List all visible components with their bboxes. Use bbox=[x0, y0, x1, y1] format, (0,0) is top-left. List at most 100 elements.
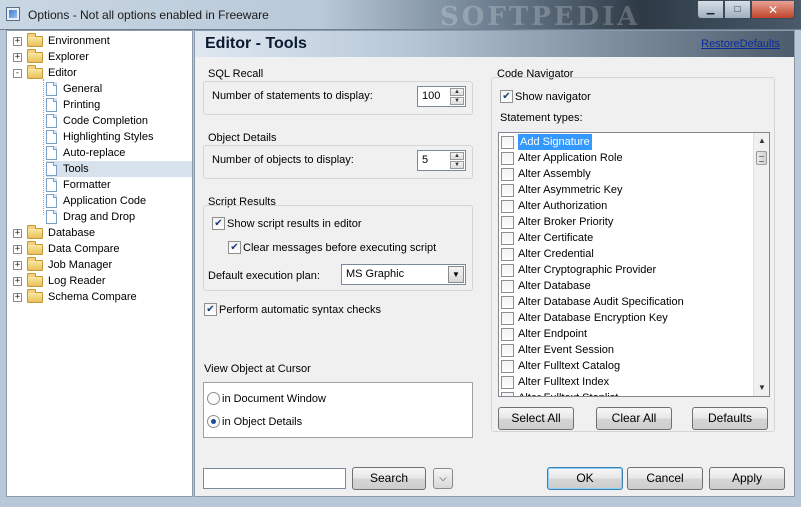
tree-item-printing[interactable]: Printing bbox=[46, 97, 100, 113]
object-details-radio[interactable] bbox=[207, 415, 220, 428]
stepper-up-icon[interactable]: ▲ bbox=[450, 152, 464, 160]
statement-checkbox[interactable] bbox=[501, 183, 514, 197]
syntax-checks-checkbox[interactable]: ✔ bbox=[204, 303, 217, 316]
statement-item[interactable]: Alter Database Audit Specification bbox=[501, 294, 684, 310]
plan-label: Default execution plan: bbox=[208, 270, 320, 282]
document-window-radio[interactable] bbox=[207, 392, 220, 405]
stepper-down-icon[interactable]: ▼ bbox=[450, 97, 464, 105]
show-navigator-checkbox[interactable]: ✔ bbox=[500, 90, 513, 103]
statement-checkbox[interactable] bbox=[501, 311, 514, 325]
tree-item-database[interactable]: + Database bbox=[13, 224, 95, 241]
statement-item[interactable]: Alter Broker Priority bbox=[501, 214, 613, 230]
statement-item[interactable]: Alter Credential bbox=[501, 246, 594, 262]
statement-checkbox[interactable] bbox=[501, 343, 514, 357]
execution-plan-select[interactable]: MS Graphic ▼ bbox=[341, 264, 466, 285]
statement-item[interactable]: Add Signature bbox=[501, 134, 592, 150]
statement-types-list[interactable]: Add Signature Alter Application Role Alter… bbox=[498, 132, 770, 397]
document-icon bbox=[46, 98, 57, 112]
tree-item-code-completion[interactable]: Code Completion bbox=[46, 113, 148, 129]
statement-checkbox[interactable] bbox=[501, 279, 514, 293]
stepper-down-icon[interactable]: ▼ bbox=[450, 161, 464, 169]
restore-defaults-link[interactable]: RestoreDefaults bbox=[701, 38, 780, 50]
statement-checkbox[interactable] bbox=[501, 391, 514, 396]
clear-messages-checkbox[interactable]: ✔ bbox=[228, 241, 241, 254]
statement-checkbox[interactable] bbox=[501, 247, 514, 261]
statement-item[interactable]: Alter Cryptographic Provider bbox=[501, 262, 656, 278]
ok-button[interactable]: OK bbox=[547, 467, 623, 490]
statement-item[interactable]: Alter Event Session bbox=[501, 342, 614, 358]
maximize-button[interactable]: □ bbox=[724, 1, 751, 19]
statement-item[interactable]: Alter Fulltext Stoplist bbox=[501, 390, 618, 396]
statement-label: Alter Authorization bbox=[518, 200, 608, 212]
select-all-button[interactable]: Select All bbox=[498, 407, 574, 430]
minimize-button[interactable]: ▁ bbox=[697, 1, 724, 19]
statements-stepper[interactable]: 100 ▲ ▼ bbox=[417, 86, 466, 107]
tree-item-schema-compare[interactable]: + Schema Compare bbox=[13, 288, 137, 305]
tree-item-application-code[interactable]: Application Code bbox=[46, 193, 146, 209]
stepper-up-icon[interactable]: ▲ bbox=[450, 88, 464, 96]
tree-item-highlighting-styles[interactable]: Highlighting Styles bbox=[46, 129, 154, 145]
tree-item-log-reader[interactable]: + Log Reader bbox=[13, 272, 106, 289]
show-results-checkbox[interactable]: ✔ bbox=[212, 217, 225, 230]
statement-checkbox[interactable] bbox=[501, 135, 514, 149]
scroll-down-icon[interactable]: ▼ bbox=[754, 380, 769, 396]
objects-stepper[interactable]: 5 ▲ ▼ bbox=[417, 150, 466, 171]
folder-icon bbox=[27, 288, 43, 303]
statement-checkbox[interactable] bbox=[501, 327, 514, 341]
expand-icon[interactable]: + bbox=[13, 228, 22, 238]
statement-item[interactable]: Alter Authorization bbox=[501, 198, 607, 214]
defaults-button[interactable]: Defaults bbox=[692, 407, 768, 430]
expand-icon[interactable]: + bbox=[13, 260, 22, 270]
statement-item[interactable]: Alter Application Role bbox=[501, 150, 623, 166]
statement-item[interactable]: Alter Fulltext Index bbox=[501, 374, 609, 390]
statement-item[interactable]: Alter Certificate bbox=[501, 230, 593, 246]
search-options-button[interactable]: ⌵ bbox=[433, 468, 453, 489]
statement-item[interactable]: Alter Fulltext Catalog bbox=[501, 358, 620, 374]
tree-item-data-compare[interactable]: + Data Compare bbox=[13, 240, 120, 257]
tree-item-job-manager[interactable]: + Job Manager bbox=[13, 256, 112, 273]
tree-item-label: Formatter bbox=[63, 179, 111, 191]
statement-checkbox[interactable] bbox=[501, 359, 514, 373]
statement-item[interactable]: Alter Endpoint bbox=[501, 326, 587, 342]
close-button[interactable]: ✕ bbox=[751, 1, 795, 19]
statement-item[interactable]: Alter Assembly bbox=[501, 166, 591, 182]
document-icon bbox=[46, 194, 57, 208]
apply-button[interactable]: Apply bbox=[709, 467, 785, 490]
search-input[interactable] bbox=[203, 468, 346, 489]
scrollbar-thumb[interactable] bbox=[756, 151, 767, 165]
tree-item-editor[interactable]: - Editor bbox=[13, 64, 77, 81]
collapse-icon[interactable]: - bbox=[13, 68, 22, 78]
expand-icon[interactable]: + bbox=[13, 276, 22, 286]
statement-item[interactable]: Alter Database bbox=[501, 278, 591, 294]
clear-all-button[interactable]: Clear All bbox=[596, 407, 672, 430]
statement-label: Alter Broker Priority bbox=[518, 216, 614, 228]
expand-icon[interactable]: + bbox=[13, 36, 22, 46]
statement-list-scrollbar[interactable]: ▲ ▼ bbox=[753, 133, 769, 396]
statement-label: Alter Asymmetric Key bbox=[518, 184, 623, 196]
tree-item-explorer[interactable]: + Explorer bbox=[13, 48, 89, 65]
expand-icon[interactable]: + bbox=[13, 292, 22, 302]
statement-checkbox[interactable] bbox=[501, 375, 514, 389]
statement-checkbox[interactable] bbox=[501, 215, 514, 229]
expand-icon[interactable]: + bbox=[13, 244, 22, 254]
statement-checkbox[interactable] bbox=[501, 295, 514, 309]
tree-item-general[interactable]: General bbox=[46, 81, 102, 97]
search-button[interactable]: Search bbox=[352, 467, 426, 490]
scroll-up-icon[interactable]: ▲ bbox=[754, 133, 769, 149]
tree-item-drag-and-drop[interactable]: Drag and Drop bbox=[46, 209, 135, 225]
tree-item-environment[interactable]: + Environment bbox=[13, 32, 110, 49]
cancel-button[interactable]: Cancel bbox=[627, 467, 703, 490]
expand-icon[interactable]: + bbox=[13, 52, 22, 62]
statement-checkbox[interactable] bbox=[501, 167, 514, 181]
chevron-down-icon[interactable]: ▼ bbox=[448, 266, 464, 283]
statement-checkbox[interactable] bbox=[501, 231, 514, 245]
statement-checkbox[interactable] bbox=[501, 151, 514, 165]
statement-checkbox[interactable] bbox=[501, 199, 514, 213]
tree-item-formatter[interactable]: Formatter bbox=[46, 177, 111, 193]
tree-item-auto-replace[interactable]: Auto-replace bbox=[46, 145, 125, 161]
statement-item[interactable]: Alter Asymmetric Key bbox=[501, 182, 623, 198]
statement-checkbox[interactable] bbox=[501, 263, 514, 277]
folder-icon bbox=[27, 256, 43, 271]
statement-item[interactable]: Alter Database Encryption Key bbox=[501, 310, 668, 326]
tree-item-tools[interactable]: Tools bbox=[46, 161, 192, 177]
